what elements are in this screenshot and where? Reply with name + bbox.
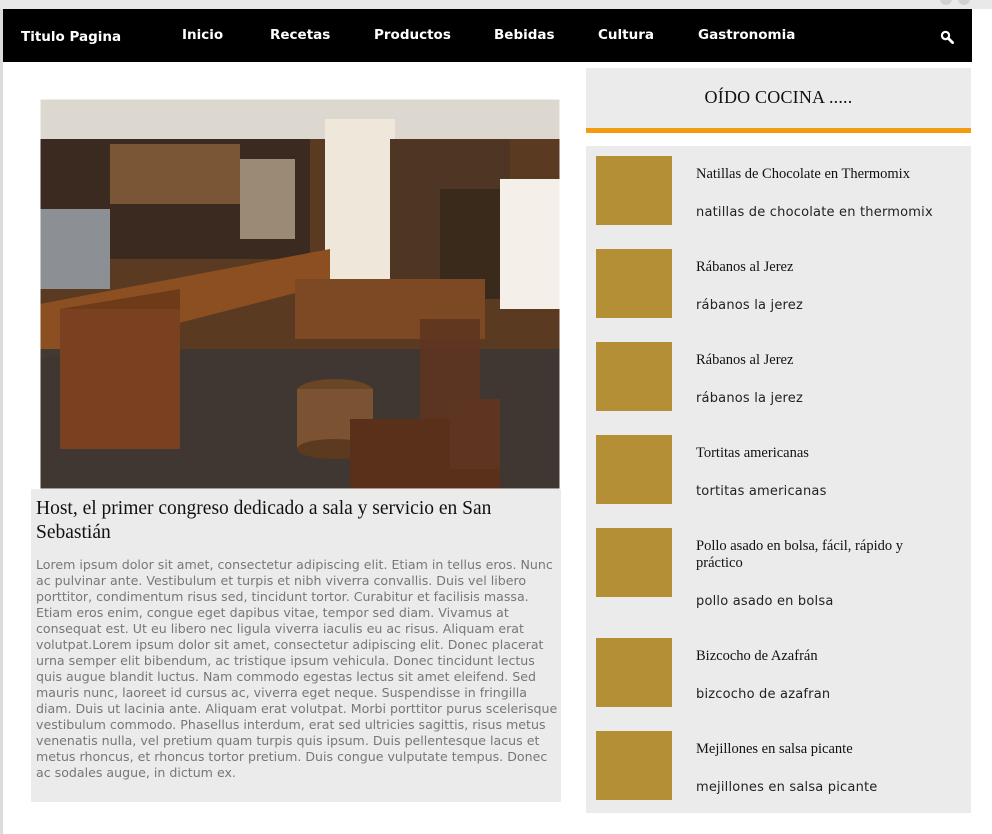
recipe-title[interactable]: Pollo asado en bolsa, fácil, rápido y pr…	[696, 538, 951, 572]
nav-item-inicio[interactable]: Inicio	[182, 27, 223, 43]
recipe-title[interactable]: Rábanos al Jerez	[696, 352, 951, 369]
recipe-subtitle: mejillones en salsa picante	[696, 780, 878, 795]
recipe-subtitle: rábanos la jerez	[696, 298, 804, 313]
recipe-title[interactable]: Rábanos al Jerez	[696, 259, 951, 276]
recipe-subtitle: natillas de chocolate en thermomix	[696, 205, 933, 220]
article-card: Host, el primer congreso dedicado a sala…	[31, 489, 561, 802]
recipe-thumbnail[interactable]	[596, 435, 672, 504]
recipe-thumbnail[interactable]	[596, 342, 672, 411]
recipe-subtitle: pollo asado en bolsa	[696, 594, 834, 609]
navbar: Titulo Pagina Inicio Recetas Productos B…	[3, 9, 972, 62]
nav-item-gastronomia[interactable]: Gastronomia	[698, 27, 795, 43]
browser-button-icon[interactable]	[958, 0, 970, 5]
recipe-thumbnail[interactable]	[596, 249, 672, 318]
recipe-thumbnail[interactable]	[596, 528, 672, 597]
recipe-title[interactable]: Bizcocho de Azafrán	[696, 648, 951, 665]
article-title[interactable]: Host, el primer congreso dedicado a sala…	[36, 497, 551, 545]
recipe-subtitle: tortitas americanas	[696, 484, 827, 499]
browser-top-strip	[0, 0, 992, 9]
article-image[interactable]	[40, 99, 560, 489]
browser-button-icon[interactable]	[940, 0, 952, 5]
nav-item-productos[interactable]: Productos	[374, 27, 451, 43]
search-icon[interactable]	[940, 30, 954, 44]
nav-item-bebidas[interactable]: Bebidas	[494, 27, 555, 43]
recipe-thumbnail[interactable]	[596, 731, 672, 800]
nav-item-recetas[interactable]: Recetas	[270, 27, 330, 43]
sidebar-header: OÍDO COCINA .....	[586, 68, 971, 128]
recipe-title[interactable]: Mejillones en salsa picante	[696, 741, 951, 758]
sidebar-accent-divider	[586, 128, 971, 133]
recipe-subtitle: bizcocho de azafran	[696, 687, 831, 702]
sidebar-recipe-list: Natillas de Chocolate en Thermomix natil…	[586, 146, 971, 813]
recipe-title[interactable]: Tortitas americanas	[696, 445, 951, 462]
site-brand[interactable]: Titulo Pagina	[21, 29, 121, 45]
recipe-thumbnail[interactable]	[596, 638, 672, 707]
window-edge	[0, 9, 3, 834]
article-body: Lorem ipsum dolor sit amet, consectetur …	[36, 557, 558, 780]
nav-item-cultura[interactable]: Cultura	[598, 27, 654, 43]
recipe-subtitle: rábanos la jerez	[696, 391, 804, 406]
recipe-thumbnail[interactable]	[596, 156, 672, 225]
restaurant-interior-image	[40, 99, 560, 489]
sidebar-heading: OÍDO COCINA .....	[704, 87, 853, 107]
recipe-title[interactable]: Natillas de Chocolate en Thermomix	[696, 166, 951, 183]
